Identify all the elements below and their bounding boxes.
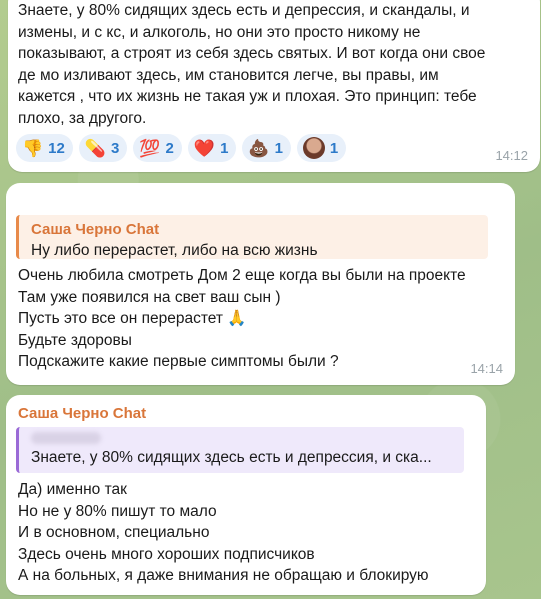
avatar <box>302 137 325 159</box>
reaction-avatar[interactable]: 1 <box>296 134 347 162</box>
message-text-line: де мо изливают здесь, им становится легч… <box>18 66 439 84</box>
reaction-count: 3 <box>111 139 120 157</box>
reaction-count: 1 <box>329 139 339 157</box>
reaction-poo[interactable]: 💩 1 <box>242 134 291 162</box>
message-text-line: Да) именно так <box>18 481 127 498</box>
message-bubble-2[interactable]: Саша Черно Chat Ну либо перерастет, либо… <box>6 183 515 385</box>
message-text-line: Будьте здоровы <box>18 331 132 349</box>
message-text-line: Там уже появился на свет ваш сын ) <box>18 288 281 306</box>
heart-icon: ❤️ <box>193 138 216 158</box>
reaction-count: 1 <box>220 139 229 157</box>
message-bubble-3[interactable]: Саша Черно Chat Знаете, у 80% сидящих зд… <box>6 395 486 595</box>
reply-text: Ну либо перерастет, либо на всю жизнь <box>31 242 318 259</box>
message-text-line: И в основном, специально <box>18 524 210 541</box>
message-text-line: кажется , что их жизнь не такая уж и пло… <box>18 88 477 105</box>
reaction-thumbs-down[interactable]: 👎 12 <box>16 134 73 162</box>
hundred-points-icon: 💯 <box>139 138 161 158</box>
reactions-bar: 👎 12 💊 3 💯 2 ❤️ 1 💩 1 1 <box>16 134 347 162</box>
reaction-count: 1 <box>274 139 283 157</box>
reply-quote[interactable]: Знаете, у 80% сидящих здесь есть и депре… <box>16 427 464 473</box>
message-text-line: измены, и с кс, и алкоголь, но они это п… <box>18 23 421 41</box>
message-text-line: показывают, а строят из себя здесь святы… <box>18 45 486 62</box>
hidden-author <box>31 432 101 444</box>
poo-icon: 💩 <box>248 138 270 158</box>
message-text-line: Здесь очень много хороших подписчиков <box>18 545 315 563</box>
reaction-heart[interactable]: ❤️ 1 <box>187 134 237 162</box>
sender-name: Саша Черно Chat <box>18 405 147 422</box>
message-text-line: Знаете, у 80% сидящих здесь есть и депре… <box>18 2 470 19</box>
message-bubble-1[interactable]: Знаете, у 80% сидящих здесь есть и депре… <box>8 0 540 172</box>
message-time: 14:14 <box>470 361 503 376</box>
reply-author: Саша Черно Chat <box>31 221 160 238</box>
reaction-count: 2 <box>165 139 174 157</box>
message-text-line: Подскажите какие первые симптомы были ? <box>18 353 339 370</box>
reply-quote[interactable]: Саша Черно Chat Ну либо перерастет, либо… <box>16 215 488 259</box>
message-time: 14:12 <box>495 148 528 163</box>
message-text-line: Очень любила смотреть Дом 2 еще когда вы… <box>18 267 466 284</box>
pill-icon: 💊 <box>84 138 107 158</box>
message-text-line: Но не у 80% пишут то мало <box>18 502 217 520</box>
reaction-pill[interactable]: 💊 3 <box>78 134 128 162</box>
reaction-count: 12 <box>48 139 65 157</box>
thumbs-down-icon: 👎 <box>22 138 44 158</box>
message-text-line: Пусть это все он перерастет 🙏 <box>18 310 247 327</box>
reaction-hundred[interactable]: 💯 2 <box>133 134 182 162</box>
message-text-line: А на больных, я даже внимания не обращаю… <box>18 567 429 584</box>
reply-text: Знаете, у 80% сидящих здесь есть и депре… <box>31 449 432 466</box>
message-text-line: плохо, за другого. <box>18 109 147 127</box>
